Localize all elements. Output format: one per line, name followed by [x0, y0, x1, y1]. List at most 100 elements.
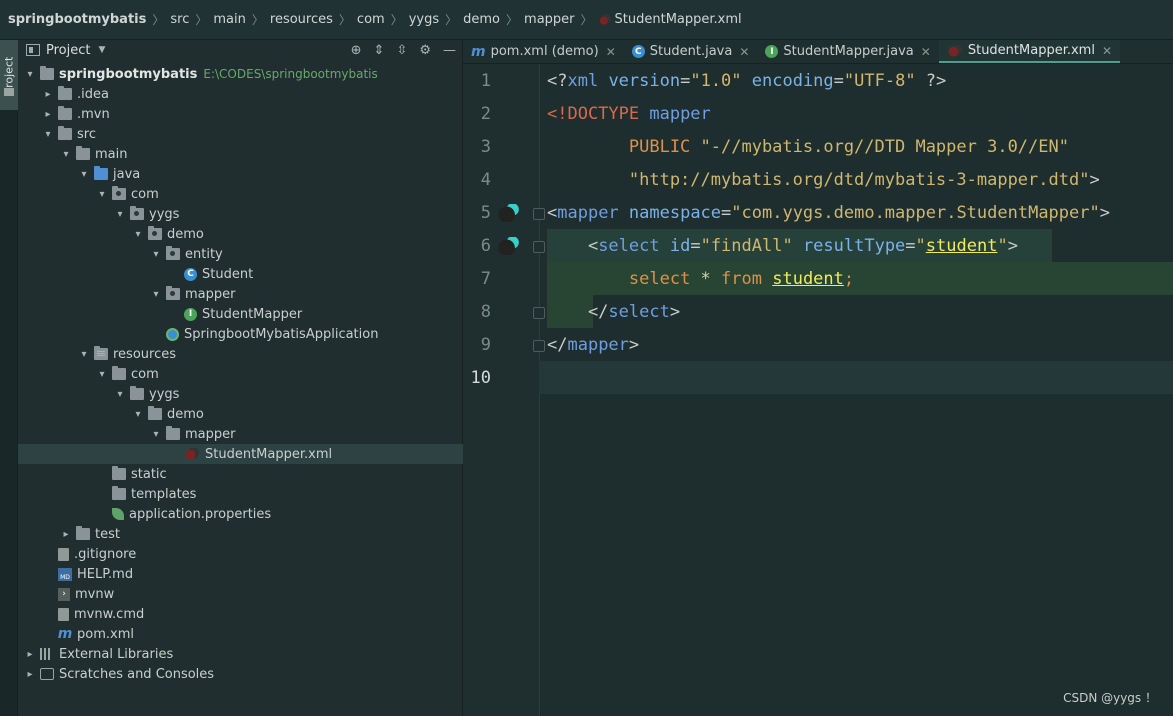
code-line[interactable]: </mapper >: [547, 328, 639, 361]
tree-node-mvn[interactable]: ▸ .mvn: [18, 104, 463, 124]
breadcrumb-item[interactable]: main: [213, 12, 245, 27]
interface-icon: I: [765, 45, 779, 58]
fold-icon[interactable]: [533, 307, 545, 319]
tab-label: Student.java: [649, 44, 733, 59]
chevron-down-icon[interactable]: ▾: [114, 389, 126, 400]
code-line[interactable]: select * from student;: [547, 262, 854, 295]
chevron-right-icon[interactable]: ▸: [24, 649, 36, 660]
tree-node-templates[interactable]: templates: [18, 484, 463, 504]
tree-node-student[interactable]: C Student: [18, 264, 463, 284]
tree-node-mvnw-cmd[interactable]: mvnw.cmd: [18, 604, 463, 624]
chevron-right-icon[interactable]: ▸: [42, 89, 54, 100]
project-tree: ▾ springbootmybatis E:\CODES\springbootm…: [18, 64, 463, 684]
tree-node-idea[interactable]: ▸ .idea: [18, 84, 463, 104]
code-line[interactable]: PUBLIC "-//mybatis.org//DTD Mapper 3.0//…: [547, 130, 1069, 163]
code-line[interactable]: </select >: [547, 295, 680, 328]
code-line[interactable]: <!DOCTYPE mapper: [547, 97, 711, 130]
breadcrumb-item[interactable]: resources: [270, 12, 333, 27]
tree-node-static[interactable]: static: [18, 464, 463, 484]
code-line[interactable]: <? xml version = "1.0" encoding = "UTF-8" ?>: [547, 64, 946, 97]
breadcrumb-item[interactable]: yygs: [409, 12, 439, 27]
tree-node-test[interactable]: ▸ test: [18, 524, 463, 544]
code-token: >: [669, 301, 681, 322]
breadcrumb-item[interactable]: src: [170, 12, 189, 27]
chevron-down-icon[interactable]: ▾: [78, 349, 90, 360]
chevron-down-icon[interactable]: ▾: [132, 229, 144, 240]
chevron-down-icon[interactable]: ▾: [150, 429, 162, 440]
breadcrumb-item[interactable]: com: [357, 12, 385, 27]
tree-node-studentmapper[interactable]: I StudentMapper: [18, 304, 463, 324]
close-icon[interactable]: ✕: [739, 45, 749, 59]
tree-node-main[interactable]: ▾ main: [18, 144, 463, 164]
tree-node-studentmapper-xml[interactable]: StudentMapper.xml: [18, 444, 463, 464]
chevron-down-icon[interactable]: ▾: [150, 249, 162, 260]
maven-icon: m: [57, 626, 73, 642]
tree-node-res-yygs[interactable]: ▾ yygs: [18, 384, 463, 404]
tree-node-mvnw[interactable]: › mvnw: [18, 584, 463, 604]
code-line[interactable]: "http://mybatis.org/dtd/mybatis-3-mapper…: [547, 163, 1100, 196]
close-icon[interactable]: ✕: [921, 45, 931, 59]
tab-studentmapper-java[interactable]: I StudentMapper.java ✕: [757, 40, 938, 63]
close-icon[interactable]: ✕: [1102, 44, 1112, 58]
close-icon[interactable]: ✕: [606, 45, 616, 59]
tree-node-com[interactable]: ▾ com: [18, 184, 463, 204]
breadcrumb-item[interactable]: mapper: [524, 12, 574, 27]
mybatis-gutter-icon[interactable]: [497, 204, 521, 222]
tree-node-yygs[interactable]: ▾ yygs: [18, 204, 463, 224]
code-line[interactable]: < mapper namespace = "com.yygs.demo.mapper.…: [547, 196, 1110, 229]
tree-node-src[interactable]: ▾ src: [18, 124, 463, 144]
fold-icon[interactable]: [533, 340, 545, 352]
tree-node-entity[interactable]: ▾ entity: [18, 244, 463, 264]
tree-node-gitignore[interactable]: .gitignore: [18, 544, 463, 564]
chevron-down-icon[interactable]: ▾: [114, 209, 126, 220]
chevron-down-icon[interactable]: ▼: [98, 45, 105, 55]
tab-label: StudentMapper.java: [783, 44, 914, 59]
tree-node-res-demo[interactable]: ▾ demo: [18, 404, 463, 424]
chevron-down-icon[interactable]: ▾: [60, 149, 72, 160]
chevron-down-icon[interactable]: ▾: [42, 129, 54, 140]
tree-node-resources[interactable]: ▾ resources: [18, 344, 463, 364]
tab-pom-xml[interactable]: m pom.xml (demo) ✕: [463, 40, 624, 63]
chevron-right-icon[interactable]: ▸: [24, 669, 36, 680]
tab-student-java[interactable]: C Student.java ✕: [624, 40, 758, 63]
code-line[interactable]: < select id = "findAll" resultType = " student…: [547, 229, 1018, 262]
tree-node-res-com[interactable]: ▾ com: [18, 364, 463, 384]
chevron-down-icon[interactable]: ▾: [24, 69, 36, 80]
tree-node-root[interactable]: ▾ springbootmybatis E:\CODES\springbootm…: [18, 64, 463, 84]
fold-icon[interactable]: [533, 208, 545, 220]
expand-all-icon[interactable]: ⇕: [374, 43, 385, 58]
tree-node-demo[interactable]: ▾ demo: [18, 224, 463, 244]
tree-node-application[interactable]: SpringbootMybatisApplication: [18, 324, 463, 344]
chevron-down-icon[interactable]: ▾: [96, 189, 108, 200]
breadcrumb-item[interactable]: StudentMapper.xml: [615, 12, 742, 27]
locate-icon[interactable]: ⊕: [351, 43, 362, 58]
tree-node-application-properties[interactable]: application.properties: [18, 504, 463, 524]
code-token: mapper: [649, 103, 711, 124]
tree-node-help-md[interactable]: MD HELP.md: [18, 564, 463, 584]
chevron-down-icon[interactable]: ▾: [78, 169, 90, 180]
project-panel-title[interactable]: Project: [46, 43, 90, 58]
chevron-right-icon[interactable]: ▸: [60, 529, 72, 540]
code-editor[interactable]: 1 2 3 4 5 6 7 8 9 10 <? xml version = "1.0" encoding =…: [463, 64, 1173, 716]
tree-node-res-mapper[interactable]: ▾ mapper: [18, 424, 463, 444]
tree-node-scratches[interactable]: ▸ Scratches and Consoles: [18, 664, 463, 684]
package-icon: [166, 246, 180, 260]
tree-node-external-libraries[interactable]: ▸ External Libraries: [18, 644, 463, 664]
chevron-down-icon[interactable]: ▾: [132, 409, 144, 420]
tree-node-pom-xml[interactable]: m pom.xml: [18, 624, 463, 644]
project-tool-button[interactable]: Project: [0, 40, 18, 110]
breadcrumb-item[interactable]: demo: [463, 12, 500, 27]
chevron-down-icon[interactable]: ▾: [96, 369, 108, 380]
gear-icon[interactable]: ⚙: [419, 43, 431, 58]
tree-node-java[interactable]: ▾ java: [18, 164, 463, 184]
tree-node-label: External Libraries: [59, 646, 174, 662]
minimize-icon[interactable]: —: [443, 43, 456, 58]
collapse-all-icon[interactable]: ⇳: [396, 43, 407, 58]
tab-studentmapper-xml[interactable]: StudentMapper.xml ✕: [938, 40, 1121, 63]
chevron-right-icon[interactable]: ▸: [42, 109, 54, 120]
mybatis-gutter-icon[interactable]: [497, 237, 521, 255]
tree-node-mapper[interactable]: ▾ mapper: [18, 284, 463, 304]
chevron-down-icon[interactable]: ▾: [150, 289, 162, 300]
fold-icon[interactable]: [533, 241, 545, 253]
breadcrumb-item[interactable]: springbootmybatis: [8, 12, 146, 27]
